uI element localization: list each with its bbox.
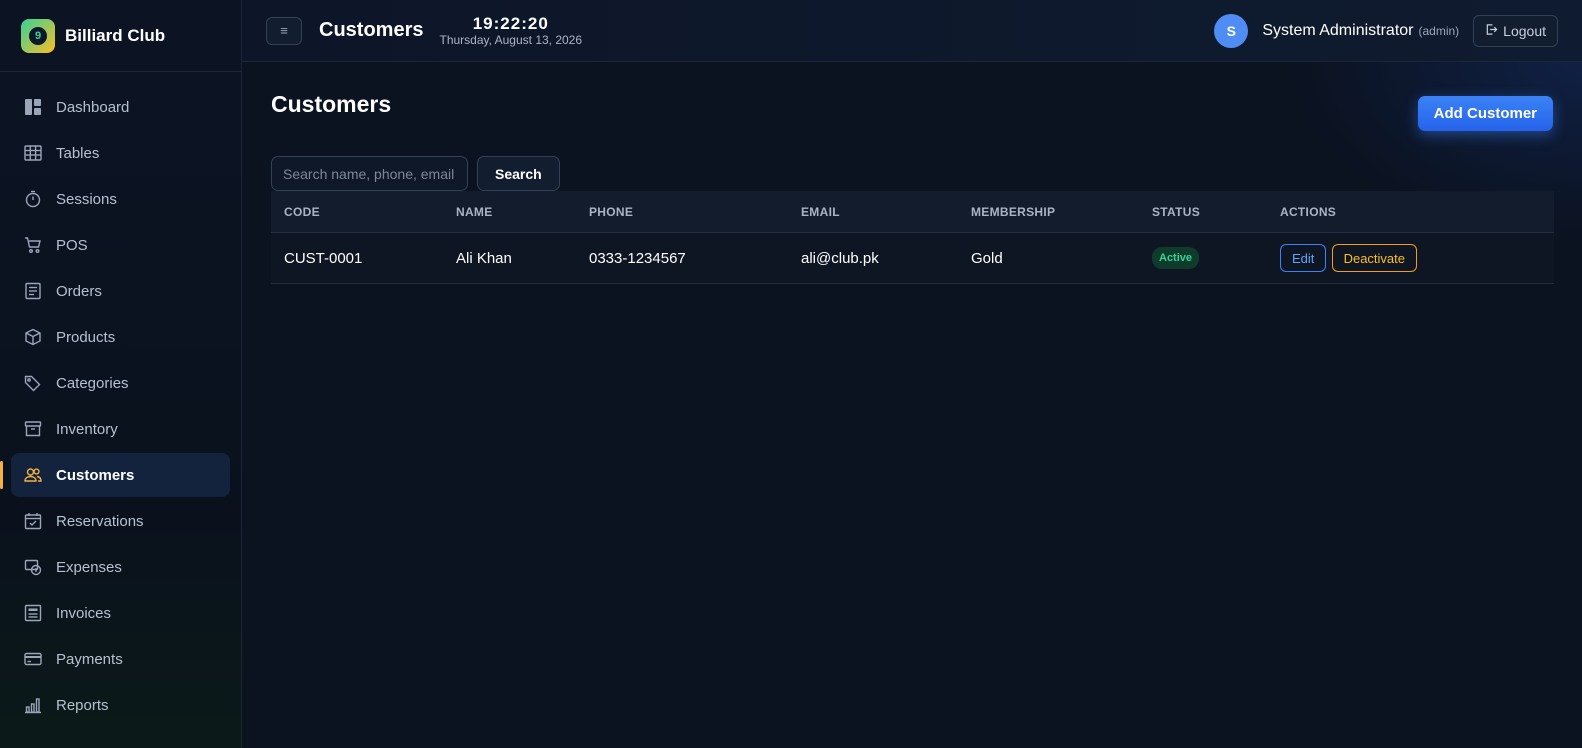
status-badge: Active <box>1152 247 1200 269</box>
column-header-email[interactable]: Email <box>788 191 958 233</box>
search-input[interactable] <box>271 156 468 191</box>
logout-button[interactable]: Logout <box>1473 14 1558 47</box>
sidebar-item-sessions[interactable]: Sessions <box>11 177 230 221</box>
cell-email: ali@club.pk <box>788 232 958 284</box>
sidebar-item-categories[interactable]: Categories <box>11 361 230 405</box>
cell-phone: 0333-1234567 <box>576 232 788 284</box>
archive-icon <box>23 419 43 439</box>
search-button[interactable]: Search <box>477 156 560 191</box>
calendar-check-icon <box>23 511 43 531</box>
user-area: S System Administrator (admin) Logout <box>1214 13 1558 48</box>
table-grid-icon <box>23 143 43 163</box>
column-header-code[interactable]: Code <box>271 191 443 233</box>
avatar[interactable]: S <box>1214 13 1249 48</box>
brand[interactable]: 9 Billiard Club <box>0 0 241 72</box>
bar-chart-icon <box>23 695 43 715</box>
user-role: (admin) <box>1418 23 1460 38</box>
sidebar: 9 Billiard Club Dashboard Tables Session… <box>0 0 242 748</box>
sidebar-item-label: Categories <box>56 374 129 392</box>
sidebar-item-pos[interactable]: POS <box>11 223 230 267</box>
menu-toggle-button[interactable]: ≡ <box>266 16 302 45</box>
customers-table: Code Name Phone Email Membership Status … <box>271 191 1554 284</box>
sidebar-item-label: Tables <box>56 144 100 162</box>
topbar: ≡ Customers 19:22:20 Thursday, August 13… <box>242 0 1582 62</box>
app-root: 9 Billiard Club Dashboard Tables Session… <box>0 0 1582 748</box>
sidebar-nav: Dashboard Tables Sessions POS Orders Pro… <box>0 72 241 727</box>
tag-icon <box>23 373 43 393</box>
sidebar-item-label: Expenses <box>56 558 122 576</box>
column-header-name[interactable]: Name <box>443 191 576 233</box>
users-icon <box>23 465 43 485</box>
sidebar-item-label: Invoices <box>56 604 112 622</box>
column-header-status[interactable]: Status <box>1139 191 1267 233</box>
receipt-icon <box>23 281 43 301</box>
sidebar-item-products[interactable]: Products <box>11 315 230 359</box>
sidebar-item-expenses[interactable]: Expenses <box>11 545 230 589</box>
sidebar-item-label: Reports <box>56 696 109 714</box>
user-name: System Administrator <box>1262 21 1414 39</box>
sidebar-item-reservations[interactable]: Reservations <box>11 499 230 543</box>
cell-code: CUST-0001 <box>271 232 443 284</box>
sidebar-item-label: Reservations <box>56 512 144 530</box>
sidebar-item-orders[interactable]: Orders <box>11 269 230 313</box>
brand-name: Billiard Club <box>65 25 166 45</box>
billiard-ball-logo-icon: 9 <box>21 18 55 53</box>
main-area: ≡ Customers 19:22:20 Thursday, August 13… <box>242 0 1582 748</box>
sidebar-item-label: Orders <box>56 282 102 300</box>
cell-actions: Edit Deactivate <box>1267 232 1554 284</box>
card-icon <box>23 649 43 669</box>
sidebar-item-dashboard[interactable]: Dashboard <box>11 85 230 129</box>
search-row: Search <box>271 156 560 191</box>
cell-name: Ali Khan <box>443 232 576 284</box>
table-header-row: Code Name Phone Email Membership Status … <box>271 191 1554 233</box>
sidebar-item-payments[interactable]: Payments <box>11 637 230 681</box>
sidebar-item-inventory[interactable]: Inventory <box>11 407 230 451</box>
sidebar-item-label: Dashboard <box>56 98 130 116</box>
sidebar-item-label: Products <box>56 328 116 346</box>
edit-button[interactable]: Edit <box>1280 244 1327 272</box>
topbar-title: Customers <box>319 19 424 41</box>
sidebar-item-label: POS <box>56 236 88 254</box>
column-header-phone[interactable]: Phone <box>576 191 788 233</box>
timer-icon <box>23 189 43 209</box>
logo-glyph: 9 <box>29 26 47 45</box>
clock-date: Thursday, August 13, 2026 <box>439 33 583 47</box>
cell-status: Active <box>1139 232 1267 284</box>
page-title: Customers <box>271 91 392 117</box>
money-icon <box>23 557 43 577</box>
sidebar-item-label: Payments <box>56 650 123 668</box>
sidebar-item-label: Inventory <box>56 420 118 438</box>
clock-time: 19:22:20 <box>472 14 549 33</box>
sidebar-item-reports[interactable]: Reports <box>11 683 230 727</box>
hamburger-icon: ≡ <box>280 23 288 38</box>
box-icon <box>23 327 43 347</box>
sidebar-item-invoices[interactable]: Invoices <box>11 591 230 635</box>
invoice-icon <box>23 603 43 623</box>
add-customer-button[interactable]: Add Customer <box>1417 96 1553 131</box>
sidebar-item-customers[interactable]: Customers <box>0 453 230 497</box>
logout-icon <box>1485 23 1498 39</box>
cart-icon <box>23 235 43 255</box>
sidebar-item-label: Customers <box>56 466 135 484</box>
sidebar-item-label: Sessions <box>56 190 117 208</box>
table-row: CUST-0001 Ali Khan 0333-1234567 ali@club… <box>271 232 1554 284</box>
dashboard-icon <box>23 97 43 117</box>
clock: 19:22:20 Thursday, August 13, 2026 <box>439 15 582 46</box>
column-header-actions: Actions <box>1267 191 1554 233</box>
column-header-membership[interactable]: Membership <box>958 191 1139 233</box>
logout-label: Logout <box>1503 22 1546 39</box>
cell-membership: Gold <box>958 232 1139 284</box>
deactivate-button[interactable]: Deactivate <box>1331 244 1417 272</box>
sidebar-item-tables[interactable]: Tables <box>11 131 230 175</box>
